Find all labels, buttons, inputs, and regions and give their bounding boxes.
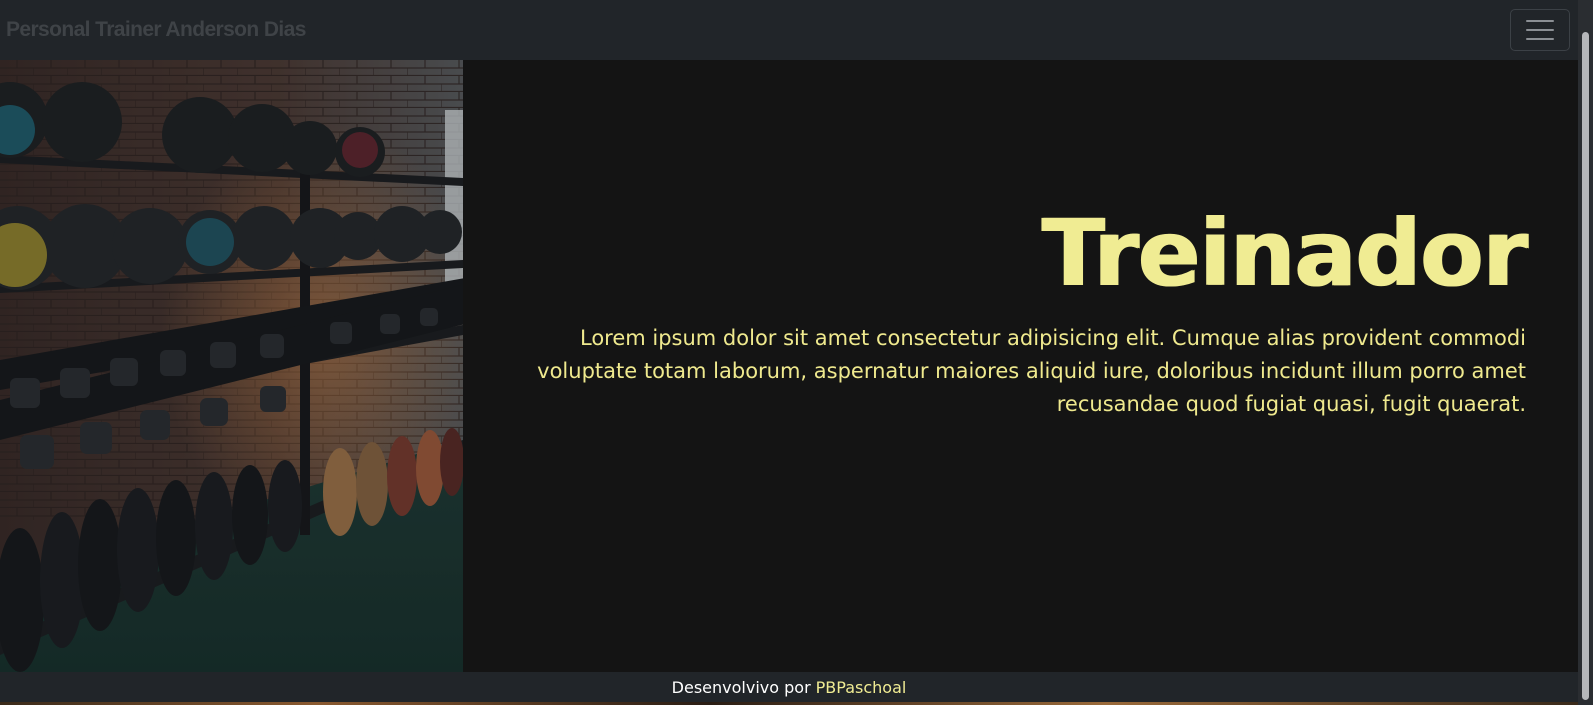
navbar-brand[interactable]: Personal Trainer Anderson Dias bbox=[6, 18, 306, 42]
gym-photo bbox=[0, 60, 463, 672]
footer: Desenvolvivo por PBPaschoal bbox=[0, 672, 1578, 702]
hero-title: Treinador bbox=[1041, 200, 1527, 307]
hamburger-icon bbox=[1526, 20, 1554, 22]
hero-section: Treinador Lorem ipsum dolor sit amet con… bbox=[463, 60, 1578, 672]
navbar-toggler-button[interactable] bbox=[1510, 9, 1570, 51]
footer-credit: Desenvolvivo por bbox=[671, 677, 811, 697]
hero-image bbox=[0, 60, 463, 672]
scrollbar-thumb[interactable] bbox=[1582, 32, 1589, 700]
page-scrollbar[interactable] bbox=[1578, 0, 1593, 705]
footer-author-link[interactable]: PBPaschoal bbox=[816, 678, 907, 697]
hero-description: Lorem ipsum dolor sit amet consectetur a… bbox=[537, 326, 1526, 416]
navbar: Personal Trainer Anderson Dias bbox=[0, 0, 1578, 60]
